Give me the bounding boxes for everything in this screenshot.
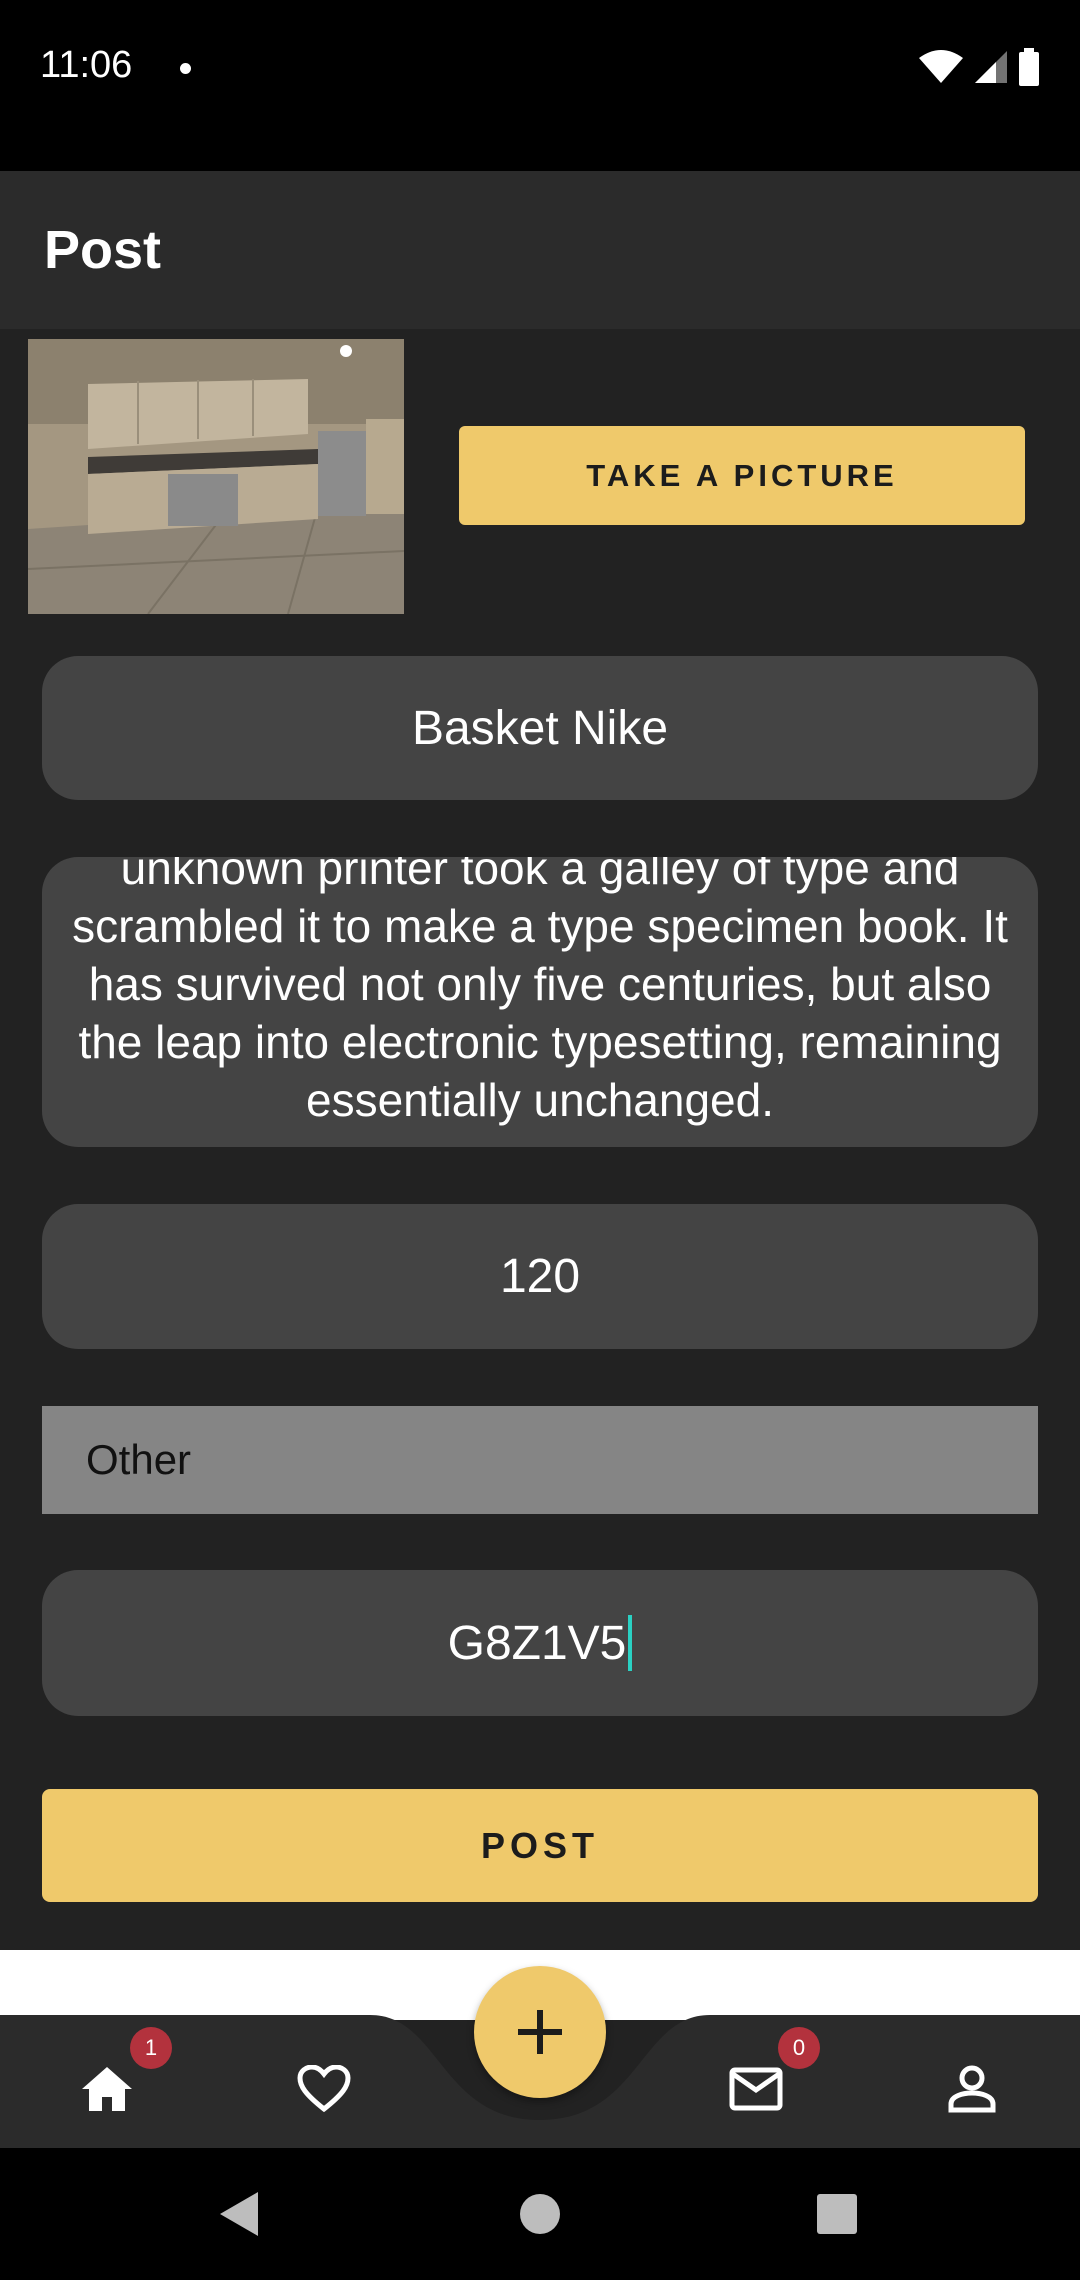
app-bar: Post (0, 171, 1080, 329)
category-dropdown-value: Other (86, 1436, 192, 1483)
price-input[interactable]: 120 (42, 1204, 1038, 1349)
page-title: Post (44, 220, 162, 280)
add-post-fab[interactable] (474, 1966, 606, 2098)
nav-favorites[interactable] (289, 2054, 359, 2124)
notification-dot-icon (180, 63, 191, 74)
post-photo-thumbnail[interactable] (28, 339, 404, 614)
status-bar: 11:06 (0, 0, 1080, 171)
wifi-icon (919, 50, 963, 83)
post-button[interactable]: POST (42, 1789, 1038, 1902)
home-icon (82, 2067, 132, 2111)
description-input[interactable]: unknown printer took a galley of type an… (42, 857, 1038, 1147)
heart-icon (297, 2065, 351, 2113)
code-input[interactable]: G8Z1V5 (42, 1570, 1038, 1716)
nav-profile[interactable] (937, 2054, 1007, 2124)
description-input-value: unknown printer took a galley of type an… (72, 857, 1008, 1126)
title-input-value: Basket Nike (411, 701, 669, 755)
plus-icon (518, 2010, 562, 2054)
messages-badge: 0 (778, 2027, 820, 2069)
price-input-value: 120 (499, 1250, 581, 1303)
nav-messages[interactable] (721, 2054, 791, 2124)
code-input-value: G8Z1V5 (447, 1616, 627, 1670)
title-input[interactable]: Basket Nike (42, 656, 1038, 800)
battery-icon (1019, 48, 1039, 86)
system-nav-bar (0, 2148, 1080, 2280)
status-time: 11:06 (40, 44, 133, 86)
recents-icon[interactable] (817, 2194, 857, 2234)
home-circle-icon[interactable] (519, 2193, 561, 2235)
take-picture-button[interactable]: TAKE A PICTURE (459, 426, 1025, 525)
mail-icon (729, 2067, 783, 2111)
back-icon[interactable] (218, 2190, 262, 2238)
text-cursor (628, 1615, 633, 1671)
category-dropdown[interactable]: Other (42, 1406, 1038, 1514)
home-badge: 1 (130, 2027, 172, 2069)
person-icon (948, 2065, 996, 2113)
status-icons (918, 48, 1040, 86)
nav-home[interactable] (72, 2054, 142, 2124)
cellular-signal-icon (975, 51, 1007, 83)
